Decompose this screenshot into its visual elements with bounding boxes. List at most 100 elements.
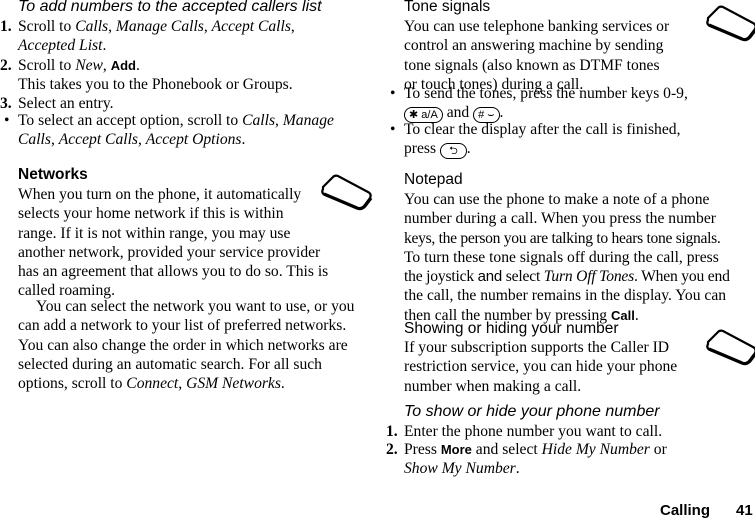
separator: ,: [102, 57, 111, 74]
separator: .: [241, 131, 246, 149]
text: options, scroll to: [18, 375, 127, 393]
menu-manage: Manage: [282, 112, 334, 129]
step-2: 2. Scroll to New, Add. This takes you to…: [0, 56, 372, 95]
hide-step-2: 2. Press More and select Hide My Number …: [386, 440, 755, 479]
networks-para-1: When you turn on the phone, it automatic…: [18, 185, 338, 301]
text-line: number during a call. When you press the…: [404, 210, 716, 228]
separator: .: [102, 37, 107, 55]
hide-number-heading: Showing or hiding your number: [404, 320, 619, 337]
text-line: the call, the number remains in the disp…: [404, 287, 727, 305]
menu-calls: Calls: [75, 18, 109, 35]
footer-section-title: Calling: [660, 502, 711, 519]
bullet-symbol: •: [4, 112, 10, 129]
menu-manage-calls: Manage Calls: [115, 18, 204, 35]
separator: ,: [203, 18, 212, 35]
text-line: selected during an automatic search. For…: [18, 355, 322, 373]
back-key-icon: ⮌: [439, 143, 467, 160]
separator: ,: [178, 375, 187, 393]
notepad-para: You can use the phone to make a note of …: [404, 190, 755, 325]
text-line: restriction service, you can hide your p…: [404, 358, 678, 376]
bullet-text: To clear the display after the call is f…: [404, 121, 681, 138]
text: Press: [404, 441, 441, 458]
phone-display-icon: [706, 329, 755, 366]
text-line: selects your home network if this is wit…: [18, 205, 284, 223]
hide-number-para: If your subscription supports the Caller…: [404, 338, 704, 396]
menu-accept-options: Accept Options: [145, 131, 242, 149]
text-line: the joystick and select Turn Off Tones. …: [404, 267, 755, 286]
step-number: 2.: [0, 57, 12, 74]
step-text: This takes you to the Phonebook or Group…: [18, 76, 293, 94]
step-text: Scroll to: [18, 18, 76, 35]
separator: ,: [108, 18, 116, 35]
text-line: another network, provided your service p…: [18, 243, 321, 261]
text: press: [404, 140, 440, 158]
send-tones-bullet: • To send the tones, press the number ke…: [386, 84, 755, 124]
menu-new: New: [75, 57, 103, 74]
separator: ,: [290, 18, 295, 35]
menu-accept-calls: Accept Calls: [58, 131, 138, 149]
menu-connect: Connect: [126, 375, 179, 393]
menu-hide-my-number: Hide My Number: [541, 441, 650, 458]
step-number: 2.: [386, 441, 398, 458]
separator: ,: [137, 131, 146, 149]
menu-accepted-list: Accepted List: [18, 37, 103, 55]
tone-signals-para: You can use telephone banking services o…: [404, 17, 704, 94]
menu-calls-2: Calls: [18, 131, 51, 149]
text-line: When you turn on the phone, it automatic…: [18, 186, 302, 203]
footer-page-number: 41: [736, 502, 753, 519]
text-line: has an agreement that allows you to do s…: [18, 263, 329, 281]
separator: ,: [275, 112, 283, 129]
step-text: Scroll to: [18, 57, 76, 74]
show-hide-subheading: To show or hide your phone number: [404, 403, 660, 420]
phone-display-icon: [706, 5, 755, 42]
menu-calls: Calls: [242, 112, 276, 129]
text: . When you end: [634, 268, 730, 286]
text: .: [499, 104, 504, 122]
text-line: keys, the person you are talking to hear…: [404, 229, 721, 247]
text-line: You can use the phone to make a note of …: [404, 191, 710, 208]
separator: .: [136, 57, 140, 74]
bullet-text: To select an accept option, scroll to: [18, 112, 243, 129]
menu-show-my-number: Show My Number: [404, 460, 516, 478]
networks-heading: Networks: [18, 166, 88, 183]
bullet-text: To send the tones, press the number keys…: [404, 85, 688, 102]
text: and select: [471, 441, 542, 458]
tone-signals-heading: Tone signals: [404, 0, 491, 15]
separator: ,: [50, 131, 59, 149]
step-1: 1. Scroll to Calls, Manage Calls, Accept…: [0, 17, 372, 56]
text-line: options, scroll to Connect, GSM Networks…: [18, 374, 378, 393]
menu-accept-calls: Accept Calls: [211, 18, 291, 35]
menu-turn-off-tones: Turn Off Tones: [543, 268, 635, 286]
text-line: control an answering machine by sending: [404, 37, 664, 55]
key-more: More: [440, 442, 472, 457]
text-line: tone signals (also known as DTMF tones: [404, 56, 660, 74]
accept-option-bullet: • To select an accept option, scroll to …: [0, 111, 372, 150]
text-line: You can select the network you want to u…: [36, 298, 355, 315]
bullet-symbol: •: [390, 85, 396, 102]
text-line: If your subscription supports the Caller…: [404, 339, 670, 356]
text: .: [466, 140, 471, 158]
text-line: can add a network to your list of prefer…: [18, 317, 347, 335]
menu-gsm-networks: GSM Networks: [186, 375, 281, 393]
text-line: range. If it is not within range, you ma…: [18, 224, 291, 242]
networks-para-2: You can select the network you want to u…: [18, 297, 378, 393]
separator: .: [280, 375, 285, 393]
hide-step-1: 1. Enter the phone number you want to ca…: [386, 422, 755, 441]
text: and: [477, 268, 503, 286]
step-number: 1.: [386, 423, 398, 440]
clear-display-bullet: • To clear the display after the call is…: [386, 120, 755, 160]
text: .: [634, 306, 639, 324]
bullet-symbol: •: [390, 121, 396, 138]
step-text: Enter the phone number you want to call.: [404, 423, 663, 440]
text: the joystick: [404, 268, 478, 286]
text: .: [515, 460, 520, 478]
text: or: [649, 441, 667, 458]
step-text: Select an entry.: [18, 95, 114, 112]
notepad-heading: Notepad: [404, 171, 463, 188]
text: and: [442, 104, 474, 122]
key-add: Add: [110, 58, 136, 73]
text-line: number when making a call.: [404, 377, 582, 395]
text-line: To turn these tone signals off during th…: [404, 248, 719, 266]
accepted-callers-heading: To add numbers to the accepted callers l…: [18, 0, 322, 15]
text-line: You can also change the order in which n…: [18, 336, 348, 354]
